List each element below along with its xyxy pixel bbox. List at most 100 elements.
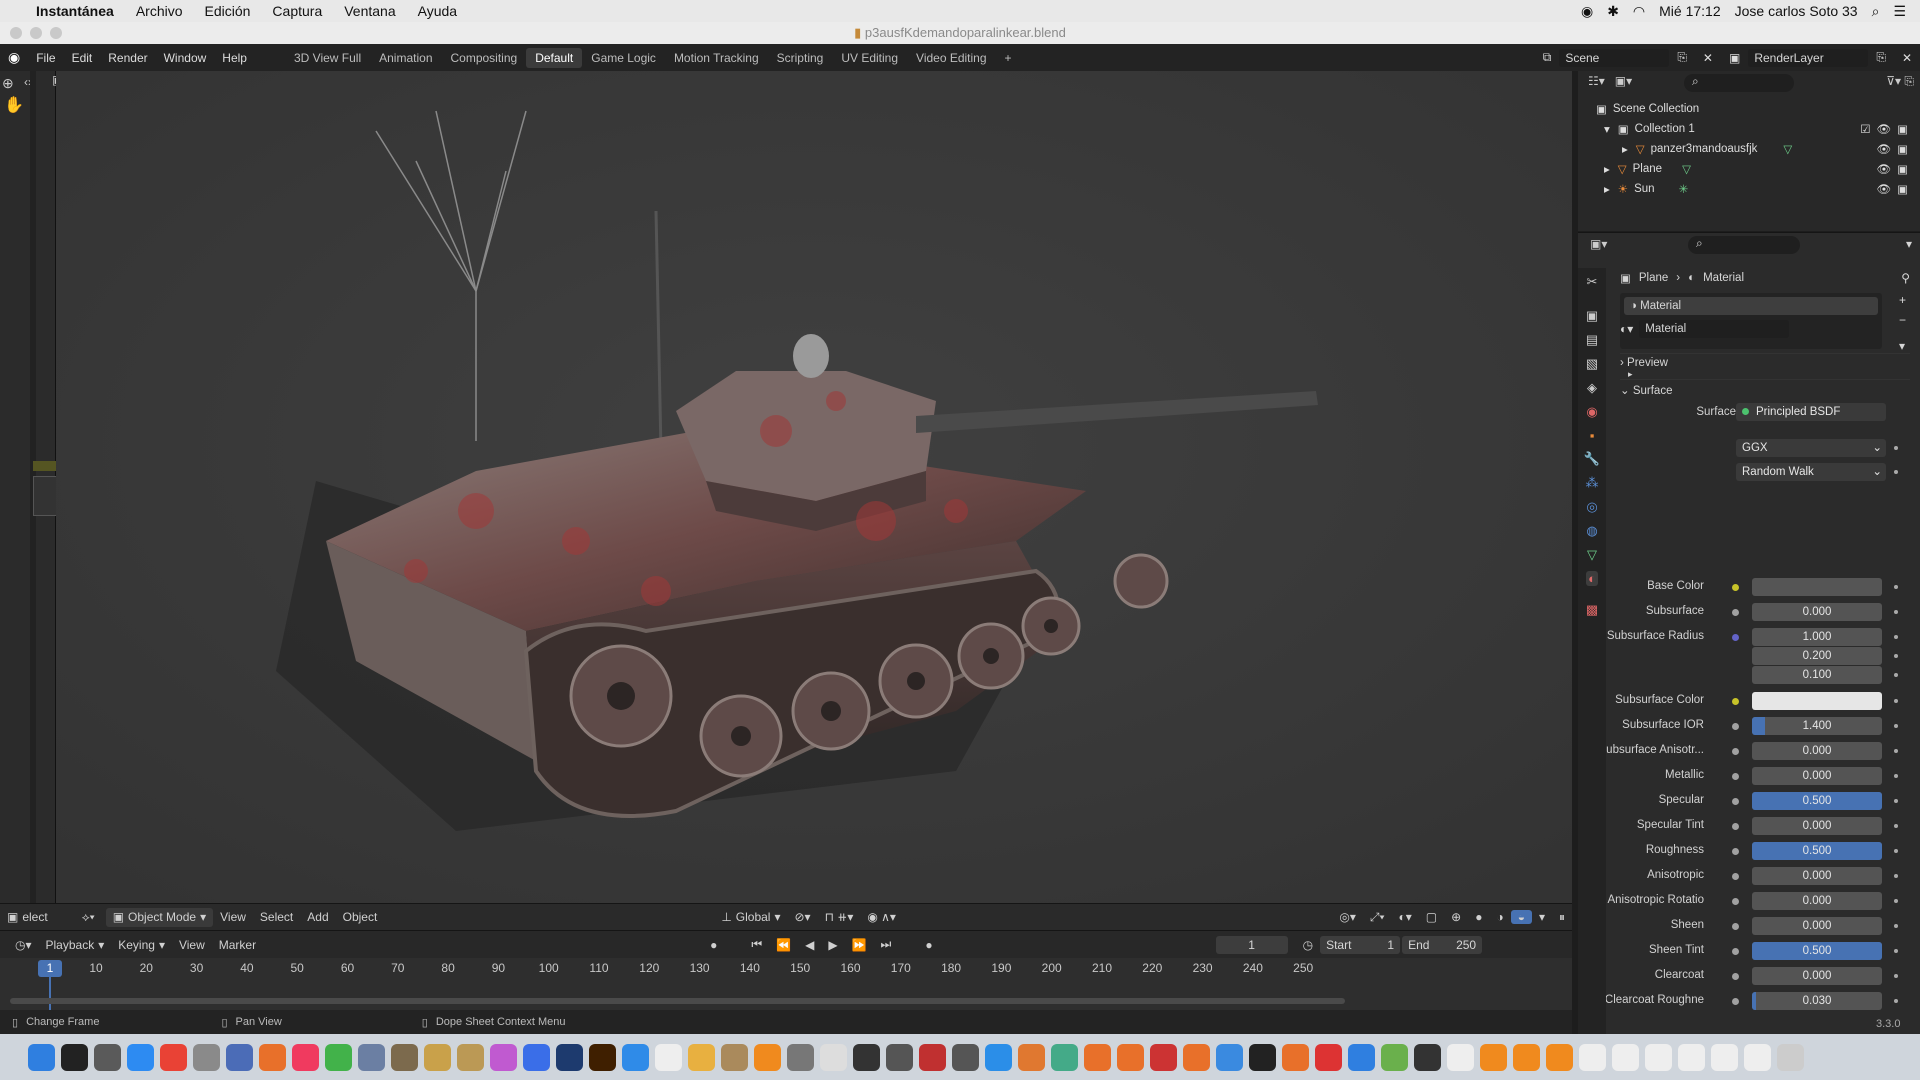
render-tab-icon[interactable]: ▣ [1586,308,1598,324]
add-workspace-button[interactable]: + [996,48,1021,68]
value-slider[interactable]: 0.500 [1752,942,1882,960]
menu-select[interactable]: Select [253,910,300,924]
dock-app-icon[interactable] [490,1043,517,1071]
menu-view[interactable]: View [213,910,253,924]
creative-cloud-icon[interactable]: ◉ [1581,3,1593,20]
keyframe-dot[interactable] [1894,585,1898,589]
blender-logo-icon[interactable]: ◉ [0,49,28,66]
keyframe-dot[interactable] [1894,849,1898,853]
dock-app-icon[interactable] [721,1043,748,1071]
navigate-icon[interactable]: ⊕ [2,75,14,92]
control-center-icon[interactable]: ☰ [1893,3,1906,20]
menu-edit[interactable]: Edit [64,51,101,65]
color-field[interactable] [1752,692,1882,710]
dock-app-icon[interactable] [424,1043,451,1071]
modifier-tab-icon[interactable]: 🔧 [1584,451,1600,467]
keyframe-dot[interactable] [1894,974,1898,978]
pause-render-icon[interactable]: ⏸ [1552,910,1572,925]
options-icon[interactable]: ▾ [1906,237,1912,251]
dock-app-icon[interactable] [1744,1043,1771,1071]
keyframe-dot[interactable] [1894,999,1898,1003]
rendered-shading-icon[interactable]: ◒ [1510,910,1532,924]
timeline-scrollbar[interactable] [10,998,1345,1004]
tab-game-logic[interactable]: Game Logic [582,48,665,68]
dock-app-icon[interactable] [985,1043,1012,1071]
wireframe-shading-icon[interactable]: ⊕ [1444,910,1468,924]
pin-icon[interactable]: ⚲ [1901,271,1910,285]
value-slider[interactable]: 0.030 [1752,992,1882,1010]
keyframe-dot[interactable] [1894,774,1898,778]
menu-marker[interactable]: Marker [212,938,263,952]
dock-app-icon[interactable] [94,1043,121,1071]
output-tab-icon[interactable]: ▤ [1586,332,1598,348]
dock-app-icon[interactable] [952,1043,979,1071]
new-scene-icon[interactable]: ⎘ [1669,50,1695,65]
dock-app-icon[interactable] [1282,1043,1309,1071]
minimize-window-button[interactable] [30,27,42,39]
tab-3d-view-full[interactable]: 3D View Full [285,48,370,68]
scene-collection-row[interactable]: ▣ Scene Collection [1596,99,1699,119]
display-mode-icon[interactable]: ▣▾ [1615,74,1632,88]
filter-icon[interactable]: ⊽▾ ⎘ [1886,74,1914,89]
dock-app-icon[interactable] [754,1043,781,1071]
shading-options-icon[interactable]: ▾ [1532,910,1552,924]
new-layer-icon[interactable]: ⎘ [1868,50,1894,65]
value-slider[interactable]: 0.000 [1752,867,1882,885]
dock-app-icon[interactable] [1678,1043,1705,1071]
dock-app-icon[interactable] [1777,1043,1804,1071]
constraints-tab-icon[interactable]: ◍ [1586,523,1597,539]
pivot-icon[interactable]: ⊘▾ [787,910,817,924]
mac-menu-ventana[interactable]: Ventana [344,3,395,19]
value-slider[interactable]: 0.000 [1752,603,1882,621]
dock-app-icon[interactable] [1711,1043,1738,1071]
orientation-dropdown[interactable]: ⊥ Global ▾ [714,910,787,924]
timeline-ruler[interactable]: 1 10 20 30 40 50 60 70 80 90 100 110 120 130 140 150 16… [0,958,1572,1010]
tab-motion-tracking[interactable]: Motion Tracking [665,48,768,68]
mac-menu-archivo[interactable]: Archivo [136,3,183,19]
input-socket[interactable] [1732,584,1739,591]
solid-shading-icon[interactable]: ● [1468,910,1489,924]
menu-render[interactable]: Render [100,51,155,65]
play-button[interactable]: ▶ [821,938,844,952]
menu-keying[interactable]: Keying ▾ [111,938,172,952]
keyframe-dot[interactable] [1894,749,1898,753]
outliner-row-sun[interactable]: ▸ ☀ Sun ✳ 👁▣ [1604,179,1914,199]
jump-start-button[interactable]: ⏮ [744,937,769,952]
input-socket[interactable] [1732,773,1739,780]
value-slider[interactable]: 0.000 [1752,767,1882,785]
tab-compositing[interactable]: Compositing [442,48,527,68]
select-tool[interactable]: ▣ elect [0,910,55,924]
current-frame-field[interactable]: 1 [1215,935,1288,954]
overlay-icon[interactable]: ◐▾ [1392,910,1419,924]
input-socket[interactable] [1732,848,1739,855]
dock-app-icon[interactable] [1150,1043,1177,1071]
dock-app-icon[interactable] [160,1043,187,1071]
material-slot[interactable]: ◑ Material [1624,297,1878,315]
dock-app-icon[interactable] [589,1043,616,1071]
dock-app-icon[interactable] [523,1043,550,1071]
tool-tab-icon[interactable]: ✂ [1587,274,1598,290]
stopwatch-icon[interactable]: ◷ [1296,938,1320,952]
dock-app-icon[interactable] [1348,1043,1375,1071]
material-browse-icon[interactable]: ◐▾ [1620,322,1633,336]
object-mode-dropdown[interactable]: ▣ Object Mode ▾ [105,907,214,927]
keyframe-dot[interactable] [1894,824,1898,828]
menu-help[interactable]: Help [214,51,255,65]
value-slider[interactable]: 0.200 [1752,647,1882,665]
bluetooth-icon[interactable]: ✱ [1607,3,1619,20]
object-tab-icon[interactable]: ▪ [1590,428,1595,443]
dock-app-icon[interactable] [61,1043,88,1071]
properties-editor-icon[interactable]: ▣▾ [1590,237,1607,251]
dock-app-icon[interactable] [688,1043,715,1071]
dock-app-icon[interactable] [226,1043,253,1071]
dock-app-icon[interactable] [259,1043,286,1071]
value-slider[interactable]: 0.500 [1752,792,1882,810]
spotlight-icon[interactable]: ⌕ [1872,3,1880,20]
menu-file[interactable]: File [28,51,63,65]
keyframe-dot[interactable] [1894,899,1898,903]
data-tab-icon[interactable]: ▽ [1587,547,1597,563]
record-button[interactable]: ● [703,938,724,952]
next-keyframe-button[interactable]: ⏩ [845,938,874,952]
wifi-icon[interactable]: ◠ [1633,3,1645,20]
visibility-toggles[interactable]: 👁▣ [1877,142,1914,156]
